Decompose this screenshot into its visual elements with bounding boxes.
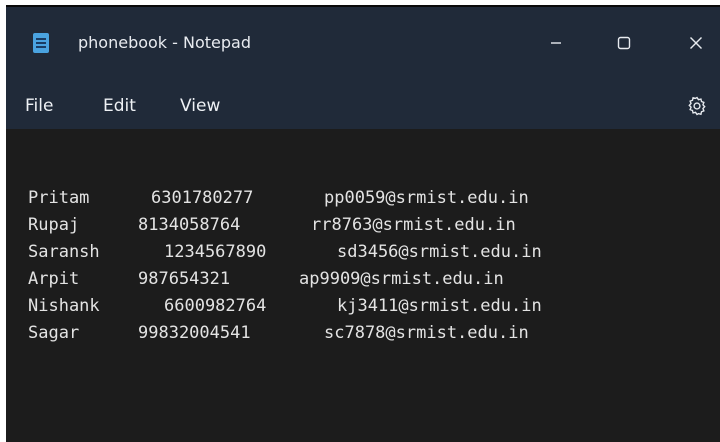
- close-icon: [690, 37, 702, 49]
- contact-name: Arpit: [28, 269, 80, 289]
- contact-name: Sagar: [28, 323, 80, 343]
- text-line: Rupaj 8134058764 rr8763@srmist.edu.in: [6, 212, 720, 238]
- text-line: Saransh 1234567890 sd3456@srmist.edu.in: [6, 239, 720, 265]
- minimize-icon: [551, 42, 561, 44]
- contact-email: sc7878@srmist.edu.in: [324, 323, 529, 343]
- contact-email: sd3456@srmist.edu.in: [337, 242, 542, 262]
- notepad-window: phonebook - Notepad File Edit View Prita…: [6, 5, 720, 442]
- contact-email: ap9909@srmist.edu.in: [299, 269, 504, 289]
- gear-icon[interactable]: [686, 95, 708, 117]
- contact-phone: 8134058764: [138, 215, 241, 235]
- contact-phone: 6600982764: [164, 296, 267, 316]
- close-button[interactable]: [672, 21, 720, 67]
- text-editor[interactable]: Pritam 6301780277 pp0059@srmist.edu.in R…: [6, 129, 720, 442]
- contact-email: rr8763@srmist.edu.in: [311, 215, 516, 235]
- maximize-button[interactable]: [600, 21, 648, 67]
- contact-name: Saransh: [28, 242, 100, 262]
- contact-phone: 99832004541: [138, 323, 251, 343]
- menu-file[interactable]: File: [25, 95, 53, 117]
- contact-email: pp0059@srmist.edu.in: [324, 188, 529, 208]
- contact-name: Pritam: [28, 188, 90, 208]
- text-line: Pritam 6301780277 pp0059@srmist.edu.in: [6, 185, 720, 211]
- contact-phone: 1234567890: [164, 242, 267, 262]
- contact-name: Nishank: [28, 296, 100, 316]
- menu-view[interactable]: View: [180, 95, 220, 117]
- contact-phone: 6301780277: [151, 188, 254, 208]
- menu-bar: File Edit View: [6, 83, 720, 129]
- text-line: Sagar 99832004541 sc7878@srmist.edu.in: [6, 320, 720, 346]
- maximize-icon: [617, 36, 631, 50]
- text-line: Nishank 6600982764 kj3411@srmist.edu.in: [6, 293, 720, 319]
- text-line: Arpit 987654321 ap9909@srmist.edu.in: [6, 266, 720, 292]
- contact-email: kj3411@srmist.edu.in: [337, 296, 542, 316]
- title-bar[interactable]: phonebook - Notepad: [6, 7, 720, 83]
- window-title: phonebook - Notepad: [78, 33, 252, 52]
- contact-phone: 987654321: [138, 269, 231, 289]
- menu-edit[interactable]: Edit: [103, 95, 136, 117]
- minimize-button[interactable]: [532, 21, 580, 67]
- contact-name: Rupaj: [28, 215, 80, 235]
- notepad-app-icon: [33, 33, 49, 53]
